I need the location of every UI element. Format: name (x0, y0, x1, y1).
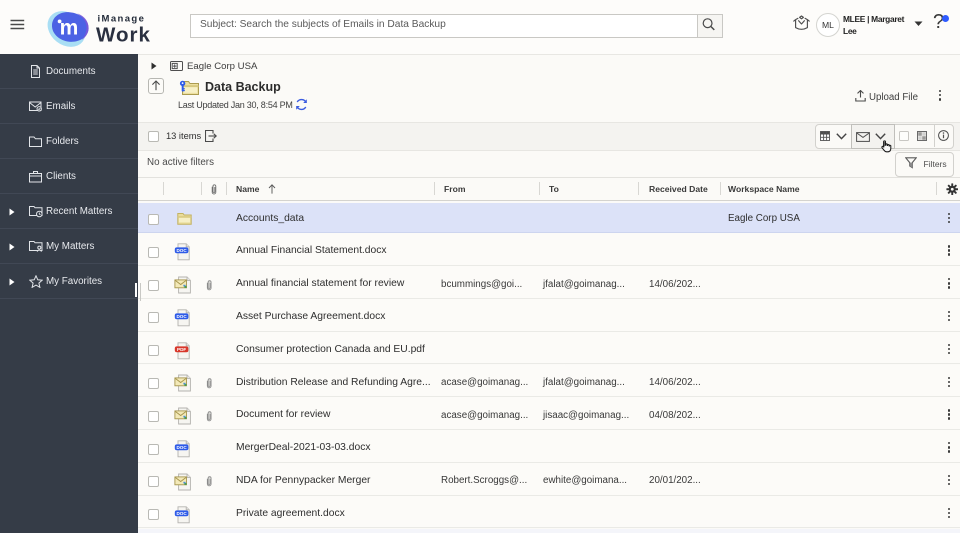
svg-text:PDF: PDF (177, 347, 186, 352)
svg-text:DOC: DOC (176, 248, 187, 253)
svg-text:DOC: DOC (176, 511, 187, 516)
svg-text:DOC: DOC (176, 445, 187, 450)
svg-text:DOC: DOC (176, 314, 187, 319)
svg-text:m: m (60, 17, 79, 40)
svg-text:Work: Work (96, 24, 151, 47)
